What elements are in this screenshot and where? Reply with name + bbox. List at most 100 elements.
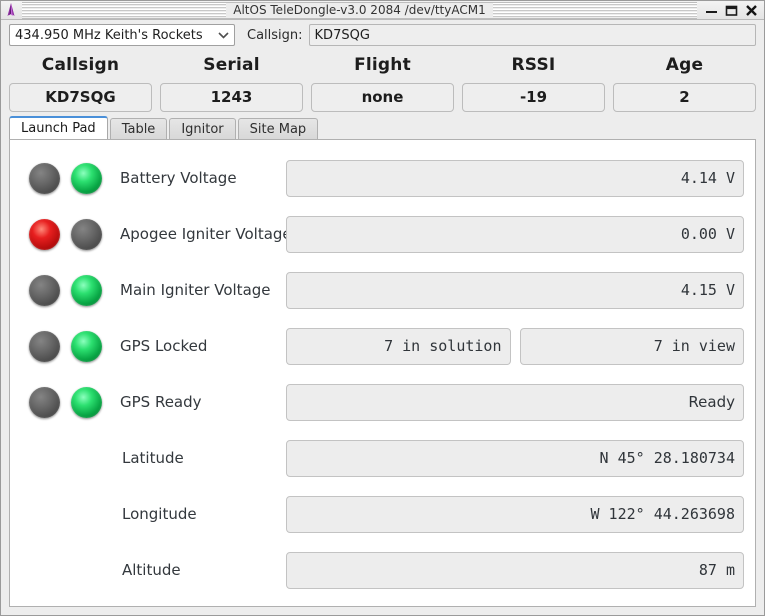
latitude-fields: N 45° 28.180734 xyxy=(286,440,747,477)
tab-ignitor[interactable]: Ignitor xyxy=(169,118,235,139)
field-gps-ready-status: Ready xyxy=(286,384,744,421)
tab-launch-pad-label: Launch Pad xyxy=(21,121,96,136)
status-value-flight: none xyxy=(311,83,454,112)
led-indicator-green xyxy=(71,275,102,306)
tab-table[interactable]: Table xyxy=(110,118,168,139)
chevron-down-icon[interactable] xyxy=(212,25,234,45)
status-box-serial: 1243 xyxy=(160,83,303,112)
battery-voltage-fields: 4.14 V xyxy=(286,160,747,197)
title-bar: AltOS TeleDongle-v3.0 2084 /dev/ttyACM1 xyxy=(1,1,764,20)
led-placeholder xyxy=(29,443,60,474)
led-placeholder xyxy=(71,443,102,474)
maximize-icon[interactable] xyxy=(725,4,738,17)
callsign-input[interactable]: KD7SQG xyxy=(309,24,756,46)
led-indicator-off xyxy=(29,163,60,194)
status-column-rssi: RSSI xyxy=(462,51,605,79)
status-box-age: 2 xyxy=(613,83,756,112)
window-title: AltOS TeleDongle-v3.0 2084 /dev/ttyACM1 xyxy=(226,3,492,17)
main-igniter-fields: 4.15 V xyxy=(286,272,747,309)
altitude-fields: 87 m xyxy=(286,552,747,589)
led-indicator-red xyxy=(29,219,60,250)
field-main-igniter-voltage: 4.15 V xyxy=(286,272,744,309)
label-gps-ready: GPS Ready xyxy=(100,393,286,411)
status-column-callsign: Callsign xyxy=(9,51,152,79)
altitude-leds xyxy=(18,555,100,586)
label-altitude: Altitude xyxy=(100,561,286,579)
label-main-igniter-voltage: Main Igniter Voltage xyxy=(100,281,286,299)
gps-ready-fields: Ready xyxy=(286,384,747,421)
led-indicator-green xyxy=(71,331,102,362)
field-latitude: N 45° 28.180734 xyxy=(286,440,744,477)
label-apogee-igniter-voltage: Apogee Igniter Voltage xyxy=(100,225,286,243)
tab-site-map[interactable]: Site Map xyxy=(238,118,319,139)
close-icon[interactable] xyxy=(745,4,758,17)
led-indicator-green xyxy=(71,387,102,418)
led-indicator-off xyxy=(71,219,102,250)
tab-ignitor-label: Ignitor xyxy=(181,122,223,137)
row-longitude: Longitude W 122° 44.263698 xyxy=(18,486,747,542)
field-gps-in-view: 7 in view xyxy=(520,328,745,365)
led-indicator-off xyxy=(29,331,60,362)
frequency-value: 434.950 MHz Keith's Rockets xyxy=(10,28,212,43)
status-value-serial: 1243 xyxy=(160,83,303,112)
gps-ready-leds xyxy=(18,387,100,418)
gps-locked-fields: 7 in solution 7 in view xyxy=(286,328,747,365)
longitude-fields: W 122° 44.263698 xyxy=(286,496,747,533)
led-indicator-off xyxy=(29,275,60,306)
row-altitude: Altitude 87 m xyxy=(18,542,747,598)
application-window: AltOS TeleDongle-v3.0 2084 /dev/ttyACM1 xyxy=(0,0,765,616)
tab-table-label: Table xyxy=(122,122,156,137)
label-gps-locked: GPS Locked xyxy=(100,337,286,355)
apogee-igniter-fields: 0.00 V xyxy=(286,216,747,253)
frequency-combobox[interactable]: 434.950 MHz Keith's Rockets xyxy=(9,24,235,46)
rocket-icon xyxy=(3,2,19,18)
main-igniter-leds xyxy=(18,275,100,306)
status-value-age: 2 xyxy=(613,83,756,112)
title-groove: AltOS TeleDongle-v3.0 2084 /dev/ttyACM1 xyxy=(22,2,697,19)
status-column-flight: Flight xyxy=(311,51,454,79)
status-box-callsign: KD7SQG xyxy=(9,83,152,112)
field-battery-voltage: 4.14 V xyxy=(286,160,744,197)
row-main-igniter-voltage: Main Igniter Voltage 4.15 V xyxy=(18,262,747,318)
row-gps-ready: GPS Ready Ready xyxy=(18,374,747,430)
status-header-values: KD7SQG 1243 none -19 2 xyxy=(9,80,756,114)
row-gps-locked: GPS Locked 7 in solution 7 in view xyxy=(18,318,747,374)
battery-voltage-leds xyxy=(18,163,100,194)
status-value-callsign: KD7SQG xyxy=(9,83,152,112)
row-apogee-igniter-voltage: Apogee Igniter Voltage 0.00 V xyxy=(18,206,747,262)
field-apogee-igniter-voltage: 0.00 V xyxy=(286,216,744,253)
field-gps-in-solution: 7 in solution xyxy=(286,328,511,365)
led-placeholder xyxy=(71,499,102,530)
led-placeholder xyxy=(71,555,102,586)
label-longitude: Longitude xyxy=(100,505,286,523)
callsign-label: Callsign: xyxy=(247,28,303,43)
led-indicator-green xyxy=(71,163,102,194)
led-indicator-off xyxy=(29,387,60,418)
led-placeholder xyxy=(29,555,60,586)
label-battery-voltage: Battery Voltage xyxy=(100,169,286,187)
status-header: Callsign Serial Flight RSSI Age KD7SQG xyxy=(1,50,764,114)
minimize-icon[interactable] xyxy=(705,4,718,17)
longitude-leds xyxy=(18,499,100,530)
status-column-age: Age xyxy=(613,51,756,79)
label-latitude: Latitude xyxy=(100,449,286,467)
row-battery-voltage: Battery Voltage 4.14 V xyxy=(18,150,747,206)
gps-locked-leds xyxy=(18,331,100,362)
status-value-rssi: -19 xyxy=(462,83,605,112)
tab-launch-pad[interactable]: Launch Pad xyxy=(9,116,108,139)
status-column-serial: Serial xyxy=(160,51,303,79)
led-placeholder xyxy=(29,499,60,530)
apogee-igniter-leds xyxy=(18,219,100,250)
launch-pad-panel: Battery Voltage 4.14 V Apogee Igniter Vo… xyxy=(9,139,756,607)
field-longitude: W 122° 44.263698 xyxy=(286,496,744,533)
callsign-input-value: KD7SQG xyxy=(315,28,370,43)
field-altitude: 87 m xyxy=(286,552,744,589)
status-header-titles: Callsign Serial Flight RSSI Age xyxy=(9,50,756,80)
tab-strip: Launch Pad Table Ignitor Site Map xyxy=(1,114,764,139)
row-latitude: Latitude N 45° 28.180734 xyxy=(18,430,747,486)
window-controls xyxy=(697,4,761,17)
latitude-leds xyxy=(18,443,100,474)
status-box-rssi: -19 xyxy=(462,83,605,112)
tab-site-map-label: Site Map xyxy=(250,122,307,137)
toolbar: 434.950 MHz Keith's Rockets Callsign: KD… xyxy=(1,20,764,50)
